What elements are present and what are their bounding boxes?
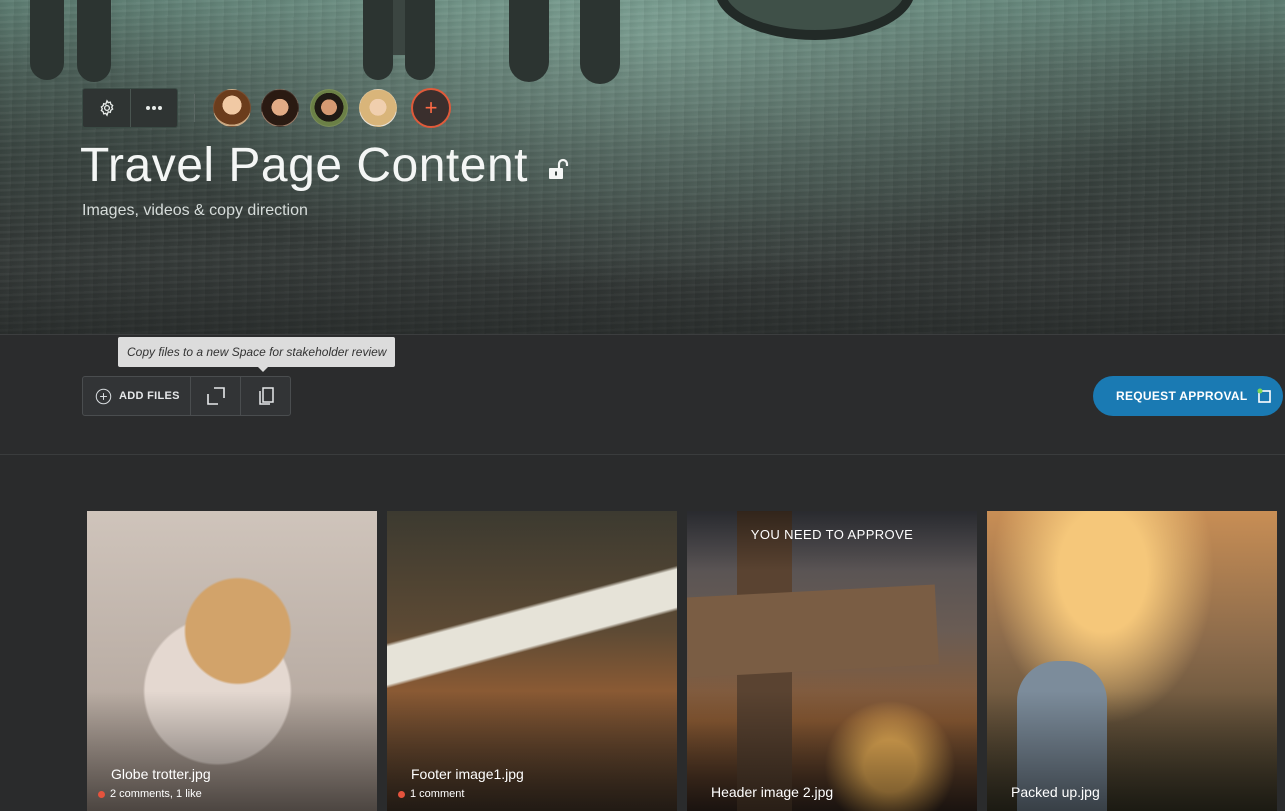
sign-board bbox=[687, 584, 939, 678]
plus-icon: + bbox=[424, 95, 438, 120]
file-activity: 1 comment bbox=[398, 788, 464, 800]
more-button[interactable] bbox=[130, 89, 177, 127]
file-name: Header image 2.jpg bbox=[711, 784, 834, 800]
add-files-label: ADD FILES bbox=[119, 390, 180, 402]
file-activity-text: 2 comments, 1 like bbox=[110, 788, 202, 800]
tooltip-arrow bbox=[257, 366, 269, 372]
file-card[interactable]: YOU NEED TO APPROVE Header image 2.jpg bbox=[687, 511, 977, 811]
space-hero: + Travel Page Content Images, videos & c… bbox=[0, 0, 1285, 334]
request-approval-button[interactable]: REQUEST APPROVAL bbox=[1093, 376, 1283, 416]
request-approval-label: REQUEST APPROVAL bbox=[1116, 389, 1248, 403]
file-card[interactable]: Footer image1.jpg 1 comment bbox=[387, 511, 677, 811]
expand-button[interactable] bbox=[190, 377, 240, 415]
file-actions-group: ADD FILES bbox=[82, 376, 291, 416]
unread-dot bbox=[98, 790, 105, 798]
expand-icon bbox=[206, 387, 225, 405]
page-subtitle: Images, videos & copy direction bbox=[82, 202, 308, 219]
add-files-button[interactable]: ADD FILES bbox=[83, 377, 190, 415]
more-horizontal-icon bbox=[146, 106, 162, 110]
member-avatar[interactable] bbox=[310, 89, 348, 127]
copy-icon bbox=[258, 387, 274, 405]
hero-wheel bbox=[509, 0, 549, 82]
page-title: Travel Page Content bbox=[80, 139, 528, 192]
hero-wheel bbox=[405, 0, 435, 80]
member-avatar[interactable] bbox=[359, 89, 397, 127]
hero-wheel bbox=[77, 0, 111, 82]
member-avatar[interactable] bbox=[213, 89, 251, 127]
plus-circle-icon bbox=[95, 388, 112, 404]
file-card[interactable]: Packed up.jpg bbox=[987, 511, 1277, 811]
file-name: Packed up.jpg bbox=[1011, 784, 1100, 800]
file-activity-text: 1 comment bbox=[410, 788, 465, 800]
hero-wheel bbox=[30, 0, 64, 80]
file-name: Footer image1.jpg bbox=[411, 766, 524, 782]
approval-banner: YOU NEED TO APPROVE bbox=[750, 527, 914, 542]
file-card[interactable]: Globe trotter.jpg 2 comments, 1 like bbox=[87, 511, 377, 811]
space-toolbar bbox=[82, 88, 178, 128]
file-name: Globe trotter.jpg bbox=[111, 766, 211, 782]
unread-dot bbox=[398, 790, 405, 798]
hero-wheel bbox=[580, 0, 620, 84]
copy-button[interactable] bbox=[240, 377, 290, 415]
hero-wheel bbox=[363, 0, 393, 80]
member-avatar[interactable] bbox=[261, 89, 299, 127]
settings-button[interactable] bbox=[83, 89, 130, 127]
file-activity: 2 comments, 1 like bbox=[98, 788, 202, 800]
gear-icon bbox=[100, 99, 113, 117]
add-member-button[interactable]: + bbox=[411, 88, 451, 128]
toolbar-divider bbox=[194, 94, 195, 122]
approval-icon bbox=[1257, 388, 1272, 403]
hero-ground bbox=[0, 255, 1285, 334]
unlock-icon[interactable] bbox=[547, 157, 571, 181]
copy-tooltip: Copy files to a new Space for stakeholde… bbox=[118, 337, 396, 367]
